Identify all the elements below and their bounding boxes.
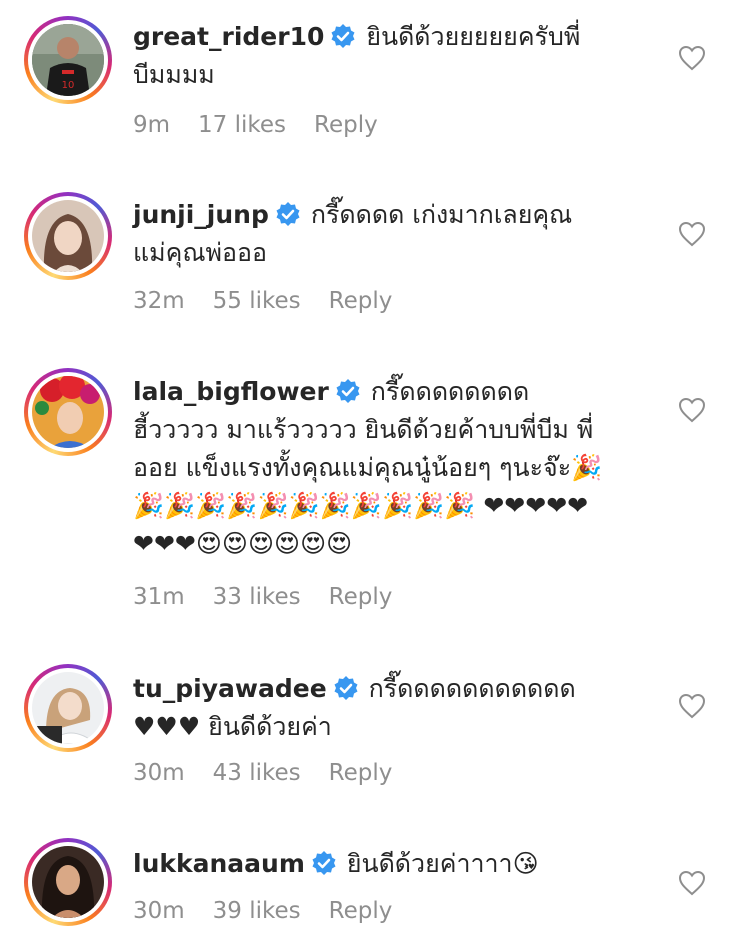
username[interactable]: tu_piyawadee (133, 674, 327, 703)
verified-badge-icon (336, 379, 360, 403)
comment-body: lala_bigflower กรี๊ดดดดดดดด ฮี้ววววว มาแ… (133, 373, 603, 563)
like-count[interactable]: 55 likes (213, 288, 301, 314)
heart-icon[interactable] (678, 870, 706, 896)
like-count[interactable]: 39 likes (213, 898, 301, 924)
comment-body: junji_junp กรี๊ดดดด เก่งมากเลยคุณแม่คุณพ… (133, 196, 603, 272)
comment-time: 9m (133, 112, 171, 138)
heart-icon[interactable] (678, 397, 706, 423)
comment-body: lukkanaaum ยินดีด้วยค่าาาา😘 (133, 845, 603, 883)
verified-badge-icon (331, 24, 355, 48)
svg-text:10: 10 (62, 80, 75, 91)
reply-button[interactable]: Reply (329, 760, 393, 786)
comment-text: ยินดีด้วยค่าาาา😘 (346, 849, 539, 878)
like-count[interactable]: 33 likes (213, 584, 301, 610)
like-count[interactable]: 17 likes (198, 112, 286, 138)
comment-body: great_rider10 ยินดีด้วยยยยยครับพี่บีมมมม (133, 18, 603, 94)
username[interactable]: junji_junp (133, 200, 269, 229)
comment-time: 30m (133, 898, 185, 924)
username[interactable]: lukkanaaum (133, 849, 305, 878)
heart-icon[interactable] (678, 45, 706, 71)
avatar[interactable] (24, 664, 112, 752)
comment-time: 32m (133, 288, 185, 314)
avatar[interactable]: 10 (24, 16, 112, 104)
username[interactable]: lala_bigflower (133, 377, 329, 406)
verified-badge-icon (334, 676, 358, 700)
comment-meta: 9m 17 likes Reply (133, 112, 378, 138)
verified-badge-icon (276, 202, 300, 226)
reply-button[interactable]: Reply (329, 898, 393, 924)
comment-meta: 30m 39 likes Reply (133, 898, 392, 924)
avatar[interactable] (24, 838, 112, 926)
comment-meta: 31m 33 likes Reply (133, 584, 392, 610)
comment-meta: 30m 43 likes Reply (133, 760, 392, 786)
comment-time: 31m (133, 584, 185, 610)
reply-button[interactable]: Reply (314, 112, 378, 138)
heart-icon[interactable] (678, 221, 706, 247)
reply-button[interactable]: Reply (329, 584, 393, 610)
username[interactable]: great_rider10 (133, 22, 324, 51)
comment-time: 30m (133, 760, 185, 786)
comment-meta: 32m 55 likes Reply (133, 288, 392, 314)
like-count[interactable]: 43 likes (213, 760, 301, 786)
comment-body: tu_piyawadee กรี๊ดดดดดดดดดดด ♥♥♥ ยินดีด้… (133, 670, 603, 746)
heart-icon[interactable] (678, 693, 706, 719)
reply-button[interactable]: Reply (329, 288, 393, 314)
verified-badge-icon (312, 851, 336, 875)
avatar[interactable] (24, 192, 112, 280)
avatar[interactable] (24, 368, 112, 456)
